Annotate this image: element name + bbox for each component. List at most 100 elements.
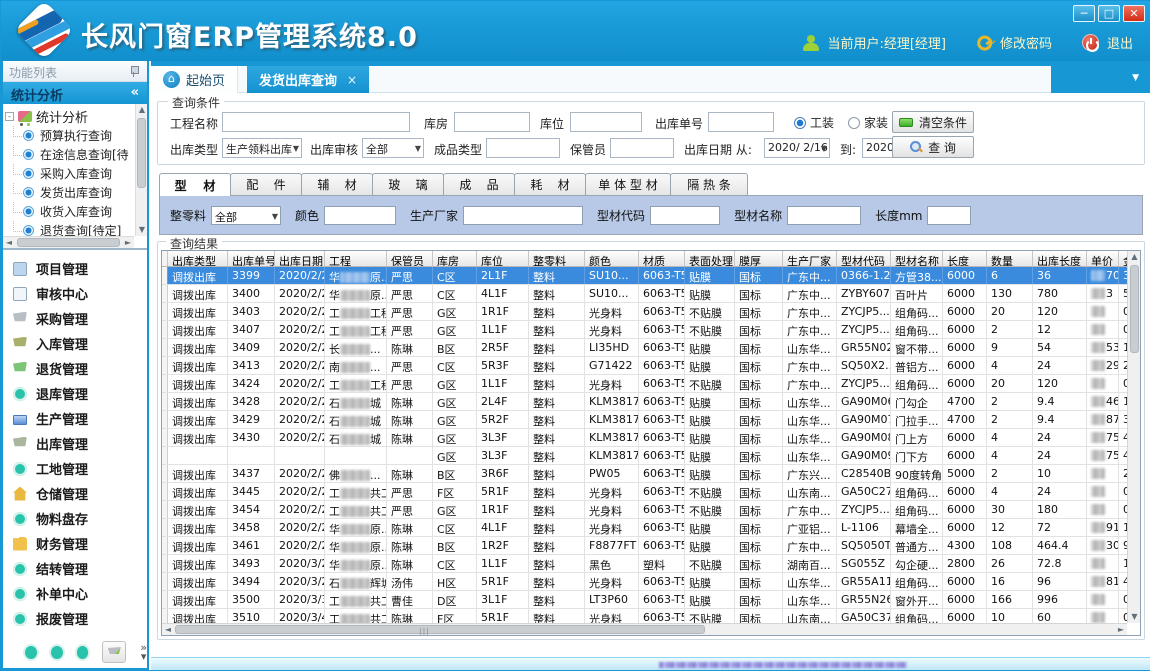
column-header[interactable]: 型材名称 bbox=[891, 251, 943, 266]
sidebar-item-仓储管理[interactable]: 仓储管理 bbox=[13, 481, 147, 506]
tree-expander-icon[interactable]: - bbox=[5, 112, 14, 121]
column-header[interactable]: 出库单号 bbox=[228, 251, 275, 266]
tab-home[interactable]: ⌂ 起始页 bbox=[151, 66, 238, 93]
pin-icon[interactable] bbox=[129, 66, 139, 77]
material-tab-耗材[interactable]: 耗 材 bbox=[514, 173, 586, 195]
scroll-left-icon[interactable]: ◄ bbox=[162, 624, 174, 636]
column-header[interactable]: 颜色 bbox=[585, 251, 639, 266]
scroll-down-icon[interactable]: ▼ bbox=[136, 224, 147, 236]
sidebar-item-退货管理[interactable]: 退货管理 bbox=[13, 356, 147, 381]
column-header[interactable]: 库房 bbox=[433, 251, 477, 266]
scroll-left-icon[interactable]: ◄ bbox=[3, 237, 15, 249]
sidebar-item-物料盘存[interactable]: 物料盘存 bbox=[13, 506, 147, 531]
material-tab-玻璃[interactable]: 玻 璃 bbox=[372, 173, 444, 195]
table-row[interactable]: 调拨出库34942020/3/2石辉城汤伟H区5R1F整料光身料6063-T5贴… bbox=[162, 573, 1127, 591]
profile-name-input[interactable] bbox=[787, 206, 861, 225]
material-tab-配件[interactable]: 配 件 bbox=[230, 173, 302, 195]
material-tab-型材[interactable]: 型 材 bbox=[159, 173, 231, 196]
table-row[interactable]: G区3L3F整料KLM38176063-T5贴膜国标山东华...GA90M09.… bbox=[162, 447, 1127, 465]
column-header[interactable]: 整零料 bbox=[529, 251, 585, 266]
column-header[interactable]: 出库类型 bbox=[168, 251, 228, 266]
table-row[interactable]: 调拨出库33992020/2/25华原...严思C区2L1F整料SU10...6… bbox=[162, 267, 1127, 285]
sidebar-item-报废管理[interactable]: 报废管理 bbox=[13, 606, 147, 631]
scroll-up-icon[interactable]: ▲ bbox=[136, 104, 147, 116]
minimize-button[interactable]: ─ bbox=[1073, 5, 1095, 22]
color-input[interactable] bbox=[324, 206, 396, 225]
column-header[interactable]: 数量 bbox=[987, 251, 1033, 266]
table-row[interactable]: 调拨出库34132020/2/26南...严思C区5R3F整料G71422606… bbox=[162, 357, 1127, 375]
tab-shipping-outbound-query[interactable]: 发货出库查询 × bbox=[247, 66, 369, 93]
search-button[interactable]: 查 询 bbox=[892, 136, 974, 158]
tree-horizontal-scrollbar[interactable]: ◄ ► bbox=[3, 236, 134, 248]
table-row[interactable]: 调拨出库34542020/2/28工共工程严思G区1R1F整料光身料6063-T… bbox=[162, 501, 1127, 519]
column-header[interactable]: 金 bbox=[1119, 251, 1127, 266]
material-tab-成品[interactable]: 成 品 bbox=[443, 173, 515, 195]
group-dot-icon[interactable] bbox=[77, 646, 89, 659]
table-row[interactable]: 调拨出库34932020/3/2华原...陈琳C区1L1F整料黑色塑料不贴膜国标… bbox=[162, 555, 1127, 573]
column-header[interactable]: 保管员 bbox=[387, 251, 433, 266]
project-name-input[interactable] bbox=[222, 112, 410, 132]
logout-link[interactable]: 退出 bbox=[1107, 33, 1133, 52]
tree-item[interactable]: 退货查询[待定] bbox=[5, 221, 134, 236]
tree-root-node[interactable]: - 统计分析 bbox=[5, 106, 134, 126]
sidebar-item-采购管理[interactable]: 采购管理 bbox=[13, 306, 147, 331]
maker-input[interactable] bbox=[463, 206, 583, 225]
tree-item[interactable]: 收货入库查询 bbox=[5, 202, 134, 221]
table-row[interactable]: 调拨出库34582020/2/28华原...陈琳C区4L1F整料光身料6063-… bbox=[162, 519, 1127, 537]
location-input[interactable] bbox=[570, 112, 642, 132]
table-row[interactable]: 调拨出库35002020/3/3工共工程曹佳D区3L1F整料LT3P606063… bbox=[162, 591, 1127, 609]
sidebar-item-退库管理[interactable]: 退库管理 bbox=[13, 381, 147, 406]
whole-part-combo[interactable]: 全部 bbox=[211, 206, 281, 225]
group-dot-icon[interactable] bbox=[51, 646, 63, 659]
sidebar-item-项目管理[interactable]: 项目管理 bbox=[13, 256, 147, 281]
date-from-picker[interactable]: 2020/ 2/16 bbox=[764, 138, 830, 158]
table-row[interactable]: 调拨出库34002020/2/25华原...严思C区4L1F整料SU10...6… bbox=[162, 285, 1127, 303]
table-row[interactable]: 调拨出库34072020/2/25工工程严思G区1L1F整料光身料6063-T5… bbox=[162, 321, 1127, 339]
collapse-icon[interactable]: « bbox=[131, 85, 139, 100]
sidebar-item-结转管理[interactable]: 结转管理 bbox=[13, 556, 147, 581]
table-row[interactable]: 调拨出库34452020/2/27工共工程严思F区5R1F整料光身料6063-T… bbox=[162, 483, 1127, 501]
overflow-chevron[interactable]: »▾ bbox=[140, 643, 147, 661]
column-header[interactable]: 生产厂家 bbox=[783, 251, 837, 266]
warehouse-input[interactable] bbox=[454, 112, 530, 132]
length-input[interactable] bbox=[927, 206, 971, 225]
table-row[interactable]: 调拨出库34242020/2/26工工程严思G区1L1F整料光身料6063-T5… bbox=[162, 375, 1127, 393]
audit-combo[interactable]: 全部 bbox=[362, 138, 424, 158]
sidebar-item-财务管理[interactable]: 财务管理 bbox=[13, 531, 147, 556]
table-row[interactable]: 调拨出库34292020/2/26石城陈琳G区5R2F整料KLM38176063… bbox=[162, 411, 1127, 429]
material-tab-隔热条[interactable]: 隔 热 条 bbox=[670, 173, 748, 195]
tree-item[interactable]: 预算执行查询 bbox=[5, 126, 134, 145]
tab-close-icon[interactable]: × bbox=[347, 73, 357, 87]
sidebar-item-出库管理[interactable]: 出库管理 bbox=[13, 431, 147, 456]
group-dot-icon[interactable] bbox=[25, 646, 37, 659]
order-no-input[interactable] bbox=[708, 112, 774, 132]
material-tab-单体型材[interactable]: 单 体 型 材 bbox=[585, 173, 671, 195]
grid-vertical-scrollbar[interactable]: ▲ ▼ bbox=[1127, 251, 1140, 623]
column-header[interactable]: 单价 bbox=[1087, 251, 1119, 266]
out-type-combo[interactable]: 生产领料出库 bbox=[222, 138, 302, 158]
column-header[interactable]: 材质 bbox=[639, 251, 685, 266]
table-row[interactable]: 调拨出库34372020/2/27佛...陈琳B区3R6F整料PW056063-… bbox=[162, 465, 1127, 483]
material-tab-辅材[interactable]: 辅 材 bbox=[301, 173, 373, 195]
table-row[interactable]: 调拨出库34092020/2/25长...陈琳B区2R5F整料LI35HD606… bbox=[162, 339, 1127, 357]
table-row[interactable]: 调拨出库34612020/2/28华原...陈琳B区1R2F整料F8877FT6… bbox=[162, 537, 1127, 555]
column-header[interactable]: 膜厚 bbox=[735, 251, 783, 266]
clear-conditions-button[interactable]: 清空条件 bbox=[892, 111, 974, 133]
column-header[interactable]: 表面处理 bbox=[685, 251, 735, 266]
group-cart-button[interactable] bbox=[102, 641, 126, 663]
maximize-button[interactable]: □ bbox=[1098, 5, 1120, 22]
column-header[interactable]: 出库长度 bbox=[1033, 251, 1087, 266]
sidebar-item-审核中心[interactable]: 审核中心 bbox=[13, 281, 147, 306]
sidebar-item-补单中心[interactable]: 补单中心 bbox=[13, 581, 147, 606]
scroll-right-icon[interactable]: ► bbox=[1115, 624, 1127, 636]
tree-item[interactable]: 采购入库查询 bbox=[5, 164, 134, 183]
column-header[interactable]: 库位 bbox=[477, 251, 529, 266]
tree-item[interactable]: 在途信息查询[待 bbox=[5, 145, 134, 164]
sidebar-item-生产管理[interactable]: 生产管理 bbox=[13, 406, 147, 431]
stats-group-header[interactable]: 统计分析 « bbox=[3, 82, 147, 104]
radio-jiazhuang[interactable]: 家装 bbox=[848, 114, 888, 131]
sidebar-item-入库管理[interactable]: 入库管理 bbox=[13, 331, 147, 356]
close-button[interactable]: ✕ bbox=[1123, 5, 1145, 22]
table-row[interactable]: 调拨出库34032020/2/25工工程严思G区1R1F整料光身料6063-T5… bbox=[162, 303, 1127, 321]
tree-item[interactable]: 发货出库查询 bbox=[5, 183, 134, 202]
